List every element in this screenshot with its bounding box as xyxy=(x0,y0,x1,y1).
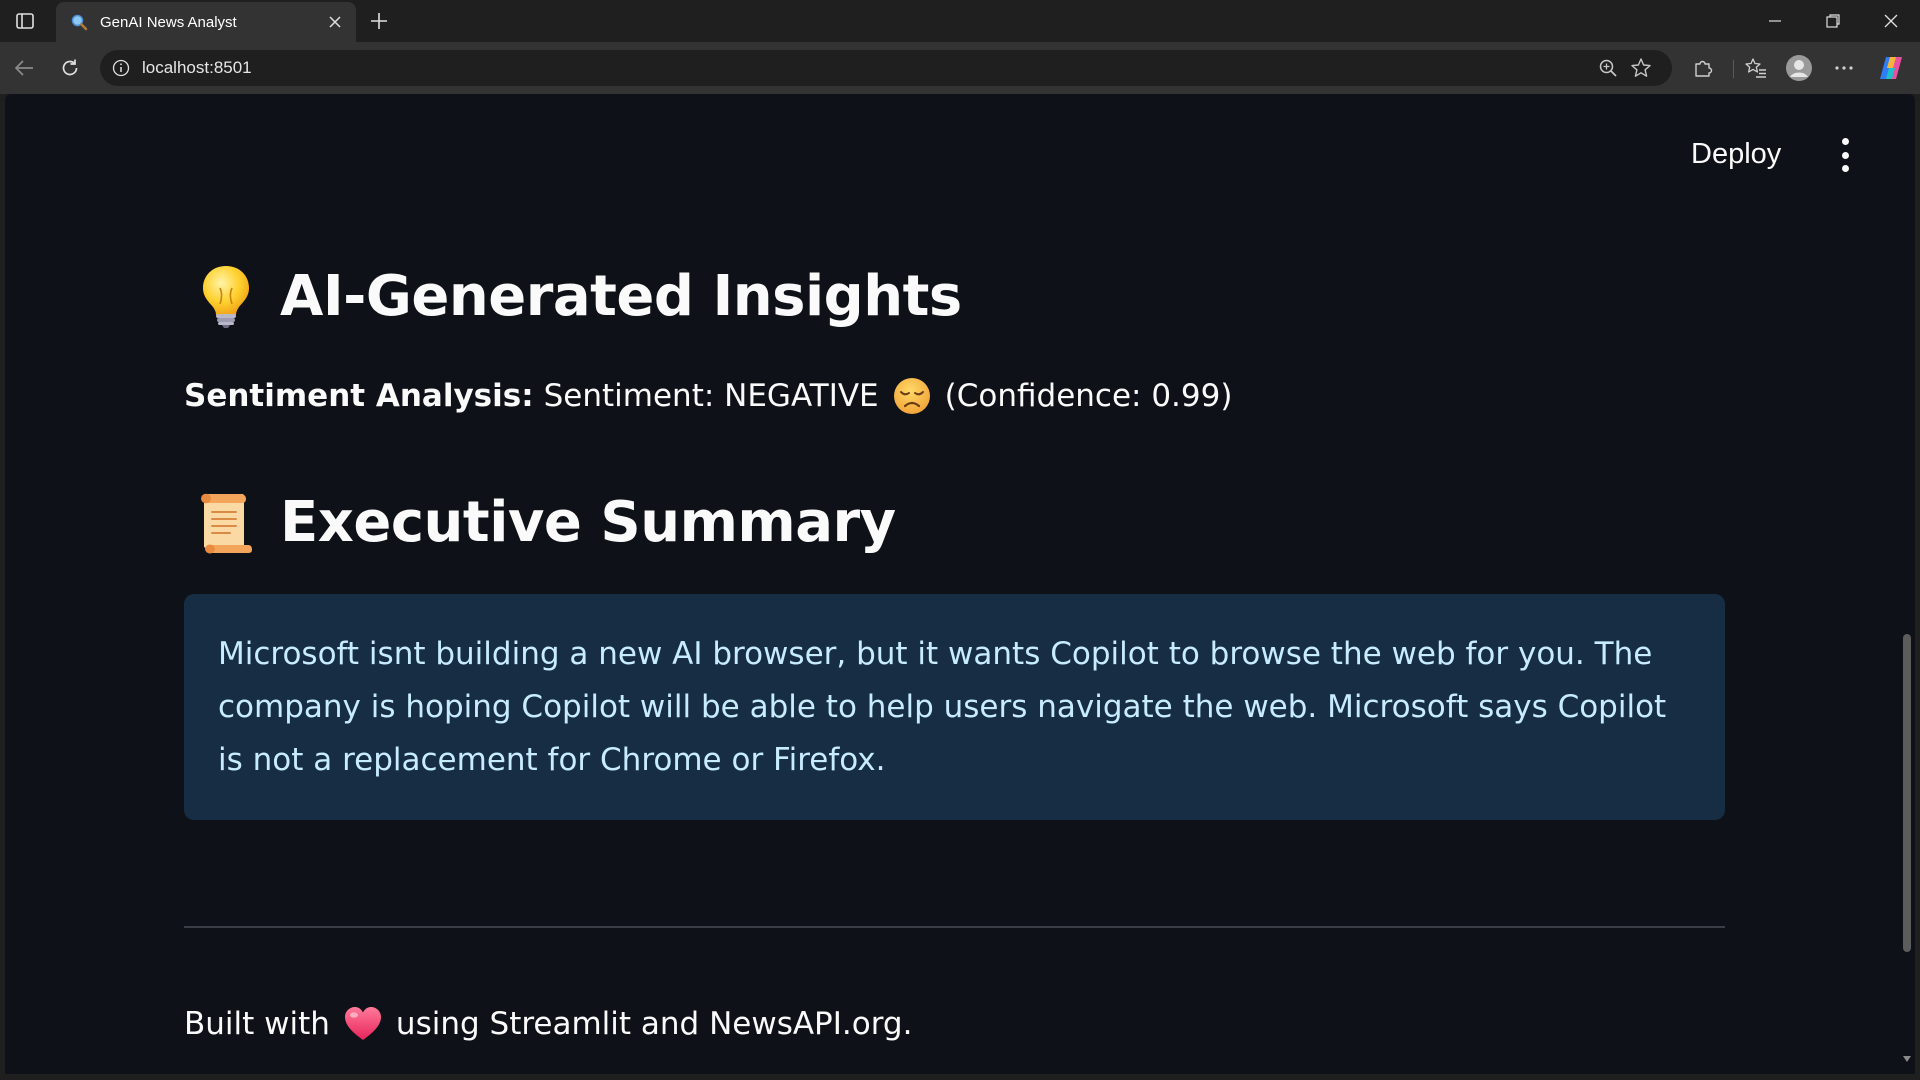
scroll-icon xyxy=(201,493,252,554)
tab-title: GenAI News Analyst xyxy=(100,13,237,31)
minimize-window-icon[interactable] xyxy=(1746,0,1804,42)
footer-credit: Built with using Streamlit and NewsAPI.o… xyxy=(184,1002,912,1046)
heart-icon xyxy=(344,1007,381,1040)
sentiment-value: Sentiment: NEGATIVE xyxy=(543,378,879,414)
back-arrow-icon[interactable] xyxy=(8,52,40,84)
insights-header: AI-Generated Insights xyxy=(198,260,962,332)
horizontal-divider xyxy=(184,926,1725,928)
summary-heading: Executive Summary xyxy=(280,489,896,555)
executive-summary-text: Microsoft isnt building a new AI browser… xyxy=(218,636,1667,778)
profile-avatar-icon[interactable] xyxy=(1784,53,1814,83)
restore-window-icon[interactable] xyxy=(1804,0,1862,42)
browser-tab-active[interactable]: GenAI News Analyst xyxy=(56,2,356,42)
sentiment-analysis-line: Sentiment Analysis: Sentiment: NEGATIVE … xyxy=(184,374,1232,418)
page-viewport: Deploy AI-Generated Insights Sentiment A… xyxy=(5,94,1915,1074)
zoom-icon[interactable] xyxy=(1597,57,1619,79)
disappointed-face-icon xyxy=(893,378,930,414)
confidence-text: (Confidence: 0.99) xyxy=(944,378,1233,414)
address-bar[interactable]: localhost:8501 xyxy=(100,50,1672,86)
magnifier-favicon-icon xyxy=(70,13,88,31)
insights-heading: AI-Generated Insights xyxy=(280,263,962,329)
summary-header: Executive Summary xyxy=(196,486,896,558)
light-bulb-icon xyxy=(203,266,249,328)
sentiment-label: Sentiment Analysis: xyxy=(184,378,534,414)
page-scrollbar-thumb[interactable] xyxy=(1903,634,1911,952)
browser-toolbar: localhost:8501 xyxy=(0,42,1920,94)
close-tab-icon[interactable] xyxy=(324,11,346,33)
close-window-icon[interactable] xyxy=(1862,0,1920,42)
settings-more-icon[interactable] xyxy=(1829,53,1859,83)
browser-tab-bar: GenAI News Analyst xyxy=(0,0,1920,42)
deploy-button[interactable]: Deploy xyxy=(1691,138,1781,170)
main-menu-icon[interactable] xyxy=(1837,138,1853,172)
footer-text-before: Built with xyxy=(184,1006,330,1042)
extensions-puzzle-icon[interactable] xyxy=(1688,53,1718,83)
favorites-list-icon[interactable] xyxy=(1741,53,1771,83)
new-tab-plus-icon[interactable] xyxy=(364,6,394,36)
executive-summary-box: Microsoft isnt building a new AI browser… xyxy=(184,594,1725,820)
toolbar-separator xyxy=(1733,60,1734,78)
copilot-icon[interactable] xyxy=(1876,53,1906,83)
favorite-star-icon[interactable] xyxy=(1630,57,1652,79)
url-text: localhost:8501 xyxy=(142,58,252,77)
refresh-icon[interactable] xyxy=(54,52,86,84)
site-info-icon[interactable] xyxy=(112,59,130,77)
scroll-down-arrow-icon[interactable] xyxy=(1902,1054,1912,1064)
tab-actions-icon[interactable] xyxy=(10,8,40,34)
footer-text-after: using Streamlit and NewsAPI.org. xyxy=(395,1006,913,1042)
